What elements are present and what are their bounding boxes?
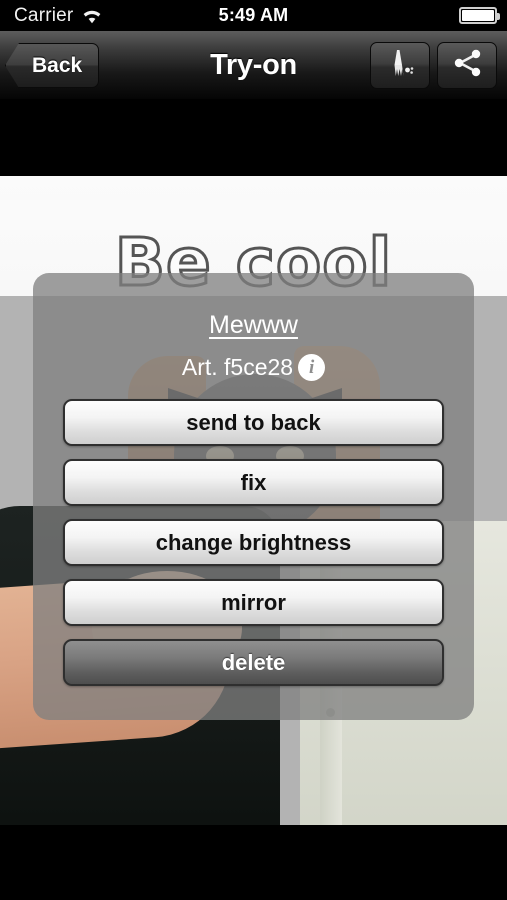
dialog-article-row: Art. f5ce28 i (63, 354, 444, 381)
info-icon[interactable]: i (298, 354, 326, 381)
mirror-button[interactable]: mirror (63, 579, 444, 626)
delete-button[interactable]: delete (63, 639, 444, 686)
phone-screen: Carrier 5:49 AM Back Try-on Be cool Meww… (0, 0, 507, 900)
share-icon (450, 47, 484, 84)
brush-icon (383, 47, 417, 84)
dialog-article-label: Art. f5ce28 (181, 354, 294, 380)
change-brightness-button[interactable]: change brightness (63, 519, 444, 566)
status-bar-right (459, 0, 500, 31)
status-bar: Carrier 5:49 AM (0, 0, 507, 31)
letterbox-top (0, 100, 507, 176)
sticker-action-dialog: Mewww Art. f5ce28 i send to back fix cha… (33, 273, 474, 720)
dialog-link[interactable]: Mewww (63, 311, 444, 340)
battery-icon (459, 7, 500, 24)
share-button[interactable] (437, 42, 497, 89)
bottom-black-area (0, 825, 507, 900)
battery-fill (462, 10, 494, 21)
send-to-back-button[interactable]: send to back (63, 399, 444, 446)
navigation-bar: Back Try-on (0, 31, 507, 100)
status-bar-time: 5:49 AM (218, 5, 289, 25)
page-title: Try-on (210, 49, 297, 81)
brush-tool-button[interactable] (370, 42, 430, 89)
fix-button[interactable]: fix (63, 459, 444, 506)
dialog-action-list: send to back fix change brightness mirro… (63, 399, 444, 686)
